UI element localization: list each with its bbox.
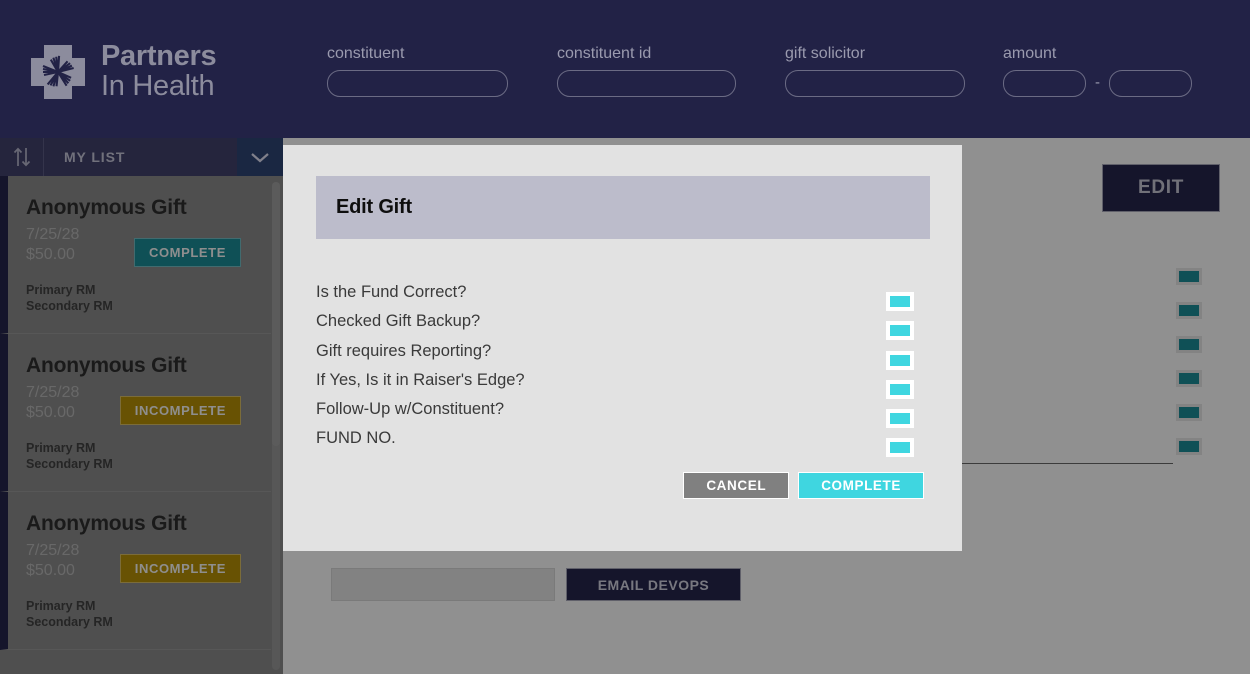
filter-constituent-label: constituent xyxy=(327,45,405,62)
filter-constituent-id-label: constituent id xyxy=(557,45,652,62)
amount-min-input[interactable] xyxy=(1003,70,1086,97)
detail-checkbox[interactable] xyxy=(1176,438,1202,455)
filter-amount: amount - xyxy=(1003,45,1223,97)
filter-amount-label: amount xyxy=(1003,45,1057,62)
checklist-checkbox[interactable] xyxy=(886,292,914,311)
checklist-checkbox[interactable] xyxy=(886,438,914,458)
constituent-input[interactable] xyxy=(327,70,508,97)
primary-rm: Primary RM xyxy=(26,282,96,297)
checklist-checkbox[interactable] xyxy=(886,350,914,370)
sidebar-toolbar: MY LIST xyxy=(0,138,283,176)
gift-card-list[interactable]: Anonymous Gift 7/25/28 $50.00 COMPLETE P… xyxy=(0,176,283,674)
sidebar-scrollbar[interactable] xyxy=(272,182,280,670)
app-header: Partners In Health constituent constitue… xyxy=(0,0,1250,138)
secondary-rm: Secondary RM xyxy=(26,299,113,314)
list-item[interactable]: Anonymous Gift 7/25/28 $50.00 INCOMPLETE… xyxy=(0,334,271,492)
checklist-label: Checked Gift Backup? xyxy=(316,312,481,331)
checklist-row: Follow-Up w/Constituent? xyxy=(316,400,930,429)
filter-constituent: constituent xyxy=(327,45,557,97)
checklist-checkbox[interactable] xyxy=(886,379,914,399)
brand-name: Partners In Health xyxy=(101,40,217,102)
my-list-label: MY LIST xyxy=(64,149,126,165)
checklist-row: Checked Gift Backup? xyxy=(316,312,930,341)
filter-constituent-id: constituent id xyxy=(557,45,785,97)
secondary-rm: Secondary RM xyxy=(26,615,113,630)
email-devops-input[interactable] xyxy=(331,568,555,601)
app-root: Partners In Health constituent constitue… xyxy=(0,0,1250,674)
checklist-row: Gift requires Reporting? xyxy=(316,342,930,371)
checklist-label: Is the Fund Correct? xyxy=(316,283,467,301)
email-devops-button[interactable]: EMAIL DEVOPS xyxy=(566,568,741,601)
list-dropdown-button[interactable] xyxy=(237,138,283,176)
amount-max-input[interactable] xyxy=(1109,70,1192,97)
complete-button[interactable]: COMPLETE xyxy=(798,472,924,499)
detail-checkbox[interactable] xyxy=(1176,302,1202,319)
checklist-label: Follow-Up w/Constituent? xyxy=(316,400,504,419)
brand-line-1: Partners xyxy=(101,40,217,72)
checklist-checkbox[interactable] xyxy=(886,409,914,429)
list-item[interactable]: Anonymous Gift 7/25/28 $50.00 COMPLETE P… xyxy=(0,176,271,334)
amount-range-row: - xyxy=(1003,70,1223,97)
gift-title: Anonymous Gift xyxy=(26,512,187,535)
checklist-label: Gift requires Reporting? xyxy=(316,341,492,360)
gift-solicitor-input[interactable] xyxy=(785,70,965,97)
gift-rm-block: Primary RM Secondary RM xyxy=(26,440,253,473)
modal-title: Edit Gift xyxy=(336,196,412,218)
amount-range-separator: - xyxy=(1095,74,1100,91)
edit-button[interactable]: EDIT xyxy=(1102,164,1220,212)
constituent-id-input[interactable] xyxy=(557,70,736,97)
status-badge: INCOMPLETE xyxy=(119,554,241,583)
detail-checkbox[interactable] xyxy=(1176,268,1202,285)
filter-gift-solicitor: gift solicitor xyxy=(785,45,1003,97)
detail-checkbox[interactable] xyxy=(1176,404,1202,421)
sidebar-scrollbar-thumb[interactable] xyxy=(272,182,280,446)
edit-gift-modal: Edit Gift Is the Fund Correct? Checked G… xyxy=(283,145,962,551)
sort-button[interactable] xyxy=(0,138,44,176)
gift-title: Anonymous Gift xyxy=(26,354,187,377)
checklist-label: If Yes, Is it in Raiser's Edge? xyxy=(316,370,525,389)
detail-checkbox[interactable] xyxy=(1176,370,1202,387)
gift-title: Anonymous Gift xyxy=(26,196,187,219)
primary-rm: Primary RM xyxy=(26,598,96,613)
brand-line-2: In Health xyxy=(101,69,215,102)
modal-checklist: Is the Fund Correct? Checked Gift Backup… xyxy=(316,283,930,459)
checklist-row: If Yes, Is it in Raiser's Edge? xyxy=(316,371,930,400)
detail-checkbox[interactable] xyxy=(1176,336,1202,353)
email-devops-row: EMAIL DEVOPS xyxy=(331,568,741,601)
pih-hands-logo-icon xyxy=(31,44,85,99)
checklist-row: FUND NO. xyxy=(316,429,930,458)
filter-bar: constituent constituent id gift solicito… xyxy=(327,45,1223,97)
modal-header: Edit Gift xyxy=(316,176,930,239)
modal-action-bar: CANCEL COMPLETE xyxy=(683,472,924,499)
cancel-button[interactable]: CANCEL xyxy=(683,472,790,499)
gift-rm-block: Primary RM Secondary RM xyxy=(26,598,253,631)
sidebar: MY LIST Anonymous Gift 7/25/28 $50.00 CO… xyxy=(0,138,283,674)
checklist-row: Is the Fund Correct? xyxy=(316,283,930,312)
chevron-down-icon xyxy=(251,153,269,163)
status-badge: INCOMPLETE xyxy=(119,396,241,425)
status-badge: COMPLETE xyxy=(133,238,241,267)
checklist-label: FUND NO. xyxy=(316,429,396,448)
list-item[interactable]: Anonymous Gift 7/25/28 $50.00 INCOMPLETE… xyxy=(0,492,271,650)
gift-rm-block: Primary RM Secondary RM xyxy=(26,282,253,315)
checklist-checkbox[interactable] xyxy=(886,321,914,341)
filter-gift-solicitor-label: gift solicitor xyxy=(785,45,866,62)
secondary-rm: Secondary RM xyxy=(26,457,113,472)
sort-up-down-icon xyxy=(13,147,30,167)
brand-logo: Partners In Health xyxy=(29,40,217,102)
detail-checkbox-column xyxy=(1176,268,1202,455)
primary-rm: Primary RM xyxy=(26,440,96,455)
